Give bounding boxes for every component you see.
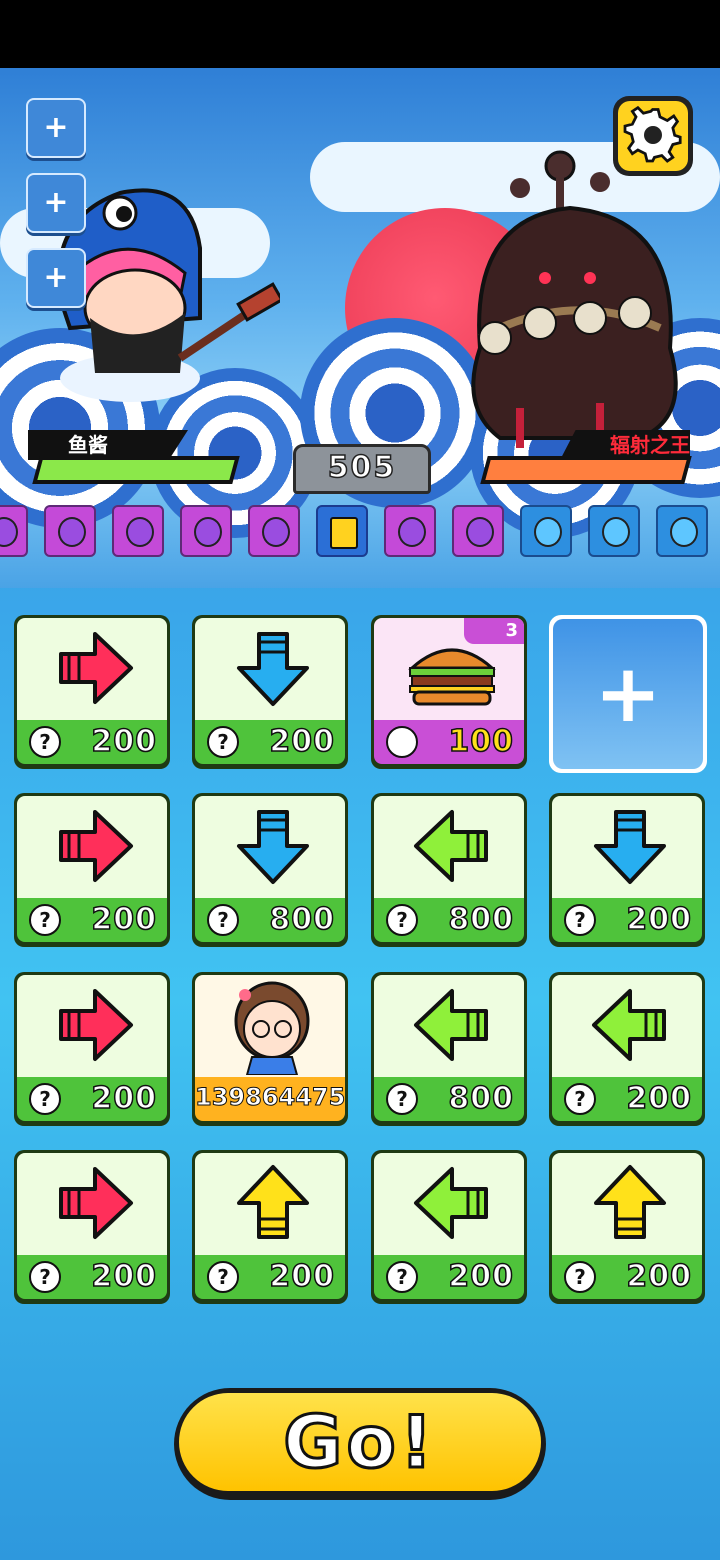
arrow-down-icon [237,810,309,884]
arrow-card-right[interactable]: ? 200 [14,972,170,1126]
plus-icon: + [43,260,69,295]
help-icon[interactable]: ? [386,1083,418,1115]
arrow-card-up[interactable]: ? 200 [192,1150,348,1304]
arrow-card-down[interactable]: ? 800 [192,793,348,947]
help-icon[interactable]: ? [564,1261,596,1293]
help-icon[interactable]: ? [29,904,61,936]
arrow-left-icon [414,810,488,882]
arrow-card-left[interactable]: ? 200 [371,1150,527,1304]
purple-balloon-icon [384,505,436,557]
plus-icon: + [594,647,662,740]
player-hp-fill [37,460,235,480]
plus-icon: + [43,110,69,145]
card-cost: 200 [626,1258,692,1295]
arrow-right-icon [59,1167,133,1239]
blue-balloon-icon [656,505,708,557]
help-icon[interactable]: ? [29,1083,61,1115]
arrow-card-left[interactable]: ? 200 [549,972,705,1126]
purple-balloon-icon [180,505,232,557]
purple-balloon-icon [112,505,164,557]
help-icon[interactable]: ? [386,904,418,936]
card-cost: 200 [626,1080,692,1117]
card-cost: 200 [91,1258,157,1295]
card-cost: 200 [269,723,335,760]
arrow-card-up[interactable]: ? 200 [549,1150,705,1304]
arrow-card-right[interactable]: ? 200 [14,1150,170,1304]
blue-balloon-icon [520,505,572,557]
go-label: Go! [282,1399,437,1486]
arrow-down-icon [237,632,309,706]
settings-button[interactable] [613,96,693,176]
help-icon[interactable]: ? [207,1261,239,1293]
card-cost: 200 [448,1258,514,1295]
purple-balloon-icon [452,505,504,557]
enemy-hp-fill [485,460,687,480]
help-icon[interactable]: ? [386,1261,418,1293]
burger-icon [408,648,496,706]
gear-icon [623,106,682,163]
help-icon[interactable]: ? [207,904,239,936]
purple-balloon-icon [44,505,96,557]
help-icon[interactable]: ? [29,726,61,758]
enemy-boss [471,150,678,448]
plus-icon: + [43,185,69,220]
card-cost: 200 [269,1258,335,1295]
arrow-up-icon [237,1165,309,1239]
card-cost: 100 [448,723,514,760]
add-slot-button-2[interactable]: + [26,173,86,233]
card-cost: 800 [448,901,514,938]
arrow-card-right[interactable]: ? 200 [14,615,170,769]
card-cost: 200 [91,901,157,938]
player-avatar-card[interactable]: 1398644756 [192,972,348,1126]
arrow-right-icon [59,632,133,704]
chest-icon [316,505,368,557]
help-icon[interactable]: ? [29,1261,61,1293]
arrow-card-down[interactable]: ? 200 [549,793,705,947]
card-cost: 800 [269,901,335,938]
arrow-right-icon [59,989,133,1061]
card-cost: 800 [448,1080,514,1117]
enemy-hp-bar [480,456,692,484]
purple-balloon-icon [248,505,300,557]
arrow-card-left[interactable]: ? 800 [371,793,527,947]
card-cost: 200 [91,1080,157,1117]
purple-balloon-icon [0,505,28,557]
player-id: 1398644756 [195,1083,345,1112]
player-hp-bar [32,456,240,484]
avatar [234,981,310,1075]
add-slot-button-3[interactable]: + [26,248,86,308]
arrow-card-down[interactable]: ? 200 [192,615,348,769]
arrow-left-icon [592,989,666,1061]
arrow-left-icon [414,1167,488,1239]
add-slot-button-1[interactable]: + [26,98,86,158]
go-button[interactable]: Go! [174,1388,546,1500]
bread-icon [386,726,418,758]
arrow-up-icon [594,1165,666,1239]
status-bar [0,0,720,68]
help-icon[interactable]: ? [564,1083,596,1115]
arrow-right-icon [59,810,133,882]
score-counter: 505 [293,444,431,494]
help-icon[interactable]: ? [564,904,596,936]
arrow-card-left[interactable]: ? 800 [371,972,527,1126]
help-icon[interactable]: ? [207,726,239,758]
balloon-queue [0,505,720,557]
blue-balloon-icon [588,505,640,557]
card-cost: 200 [91,723,157,760]
arrow-left-icon [414,989,488,1061]
arrow-card-right[interactable]: ? 200 [14,793,170,947]
burger-card[interactable]: 3 100 [371,615,527,769]
add-card-button[interactable]: + [549,615,707,773]
card-cost: 200 [626,901,692,938]
arrow-down-icon [594,810,666,884]
